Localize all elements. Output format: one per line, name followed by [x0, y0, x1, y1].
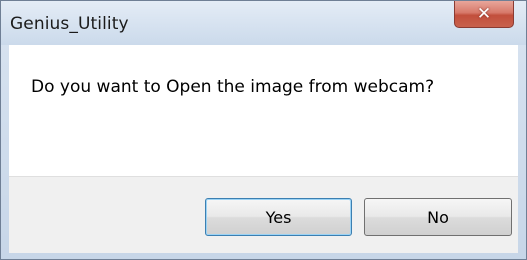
close-button[interactable]: ✕ — [454, 1, 514, 28]
close-icon: ✕ — [476, 3, 492, 24]
yes-button[interactable]: Yes — [205, 198, 352, 236]
dialog-window: Genius_Utility ✕ Do you want to Open the… — [0, 0, 527, 260]
no-button[interactable]: No — [364, 198, 512, 236]
dialog-title: Genius_Utility — [10, 14, 129, 34]
message-area — [9, 45, 518, 176]
dialog-message: Do you want to Open the image from webca… — [31, 77, 435, 97]
title-bar[interactable]: Genius_Utility ✕ — [1, 1, 526, 45]
